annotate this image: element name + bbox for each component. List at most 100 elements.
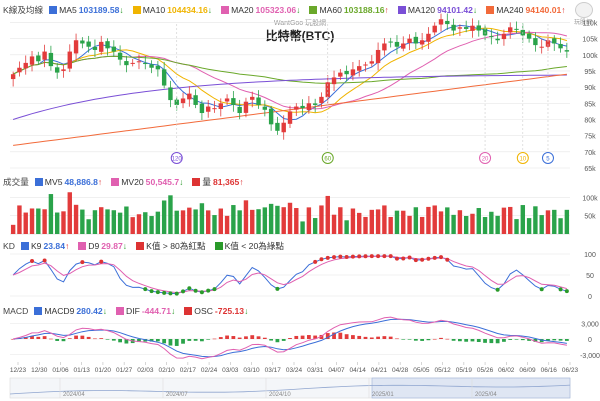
volume-bar[interactable] [92, 210, 98, 234]
candle[interactable] [501, 29, 507, 46]
candle[interactable] [369, 55, 374, 67]
volume-bar[interactable] [155, 211, 161, 234]
volume-bar[interactable] [319, 205, 324, 234]
volume-bar[interactable] [350, 208, 356, 234]
volume-bar[interactable] [463, 215, 469, 234]
volume-bar[interactable] [111, 210, 117, 234]
volume-bar[interactable] [105, 209, 110, 234]
volume-bar[interactable] [187, 207, 192, 234]
candle[interactable] [42, 44, 47, 68]
volume-bar[interactable] [539, 215, 544, 234]
volume-bar[interactable] [61, 211, 66, 234]
volume-bar[interactable] [508, 206, 513, 234]
volume-bar[interactable] [199, 203, 205, 234]
volume-bar[interactable] [545, 210, 551, 234]
candle[interactable] [357, 59, 362, 77]
volume-bar[interactable] [520, 205, 526, 234]
volume-bar[interactable] [451, 214, 456, 234]
ma-marker[interactable]: 120 [170, 24, 183, 164]
volume-bar[interactable] [306, 207, 312, 234]
candle[interactable] [312, 98, 318, 113]
range-navigator[interactable]: 2024/04 2024/07 2024/10 2025/01 2025/04 [9, 377, 571, 399]
candle[interactable] [130, 58, 135, 67]
candle[interactable] [432, 22, 437, 36]
volume-bar[interactable] [388, 216, 393, 234]
candle[interactable] [117, 45, 123, 66]
candle[interactable] [438, 13, 444, 32]
volume-bar[interactable] [268, 203, 274, 234]
ma-marker[interactable]: 60 [321, 24, 334, 164]
candle[interactable] [111, 40, 117, 57]
volume-bar[interactable] [426, 206, 431, 234]
candle[interactable] [73, 33, 79, 61]
volume-bar[interactable] [457, 210, 463, 234]
candle[interactable] [294, 103, 299, 117]
volume-bar[interactable] [287, 202, 293, 234]
volume-bar[interactable] [445, 207, 450, 234]
volume-bar[interactable] [67, 192, 72, 234]
volume-bar[interactable] [206, 210, 211, 234]
volume-bar[interactable] [501, 207, 507, 234]
volume-bar[interactable] [495, 215, 500, 234]
candle[interactable] [206, 100, 211, 118]
volume-bar[interactable] [124, 206, 129, 234]
candle[interactable] [426, 27, 431, 50]
candle[interactable] [419, 32, 425, 50]
volume-bar[interactable] [514, 219, 519, 234]
ma-marker[interactable]: 20 [479, 24, 492, 164]
volume-bar[interactable] [224, 215, 230, 234]
volume-bar[interactable] [489, 211, 494, 234]
ma-marker[interactable]: 10 [516, 24, 529, 164]
candle[interactable] [48, 45, 54, 71]
candle[interactable] [161, 61, 167, 89]
volume-bar[interactable] [281, 207, 286, 234]
volume-bar[interactable] [564, 209, 570, 234]
candle[interactable] [17, 61, 22, 77]
volume-bar[interactable] [73, 204, 79, 234]
volume-bar[interactable] [130, 217, 135, 234]
volume-bar[interactable] [237, 210, 242, 234]
candle[interactable] [564, 42, 570, 58]
volume-bar[interactable] [86, 219, 91, 234]
candle[interactable] [413, 32, 419, 50]
volume-bar[interactable] [161, 200, 167, 234]
candle[interactable] [445, 13, 450, 30]
volume-bar[interactable] [552, 209, 557, 234]
volume-bar[interactable] [338, 207, 343, 234]
volume-bar[interactable] [419, 216, 425, 234]
candle[interactable] [212, 100, 217, 113]
volume-bar[interactable] [174, 210, 179, 234]
stock-chart[interactable]: 120 60 20 10 5 110k 105k 100k 95k 90k 85k 80k 75k 70… [0, 0, 600, 401]
volume-bar[interactable] [231, 205, 236, 234]
volume-bar[interactable] [413, 207, 419, 234]
candle[interactable] [375, 42, 381, 71]
volume-bar[interactable] [331, 214, 337, 234]
volume-bar[interactable] [250, 209, 255, 234]
volume-bar[interactable] [344, 220, 349, 234]
navigator-selection[interactable] [371, 377, 571, 399]
volume-bar[interactable] [36, 208, 41, 234]
volume-bar[interactable] [99, 207, 104, 234]
volume-bar[interactable] [375, 209, 381, 234]
candle[interactable] [29, 51, 35, 72]
volume-bar[interactable] [369, 209, 374, 234]
candle[interactable] [394, 35, 400, 54]
volume-bar[interactable] [470, 213, 475, 234]
volume-bar[interactable] [533, 206, 538, 234]
volume-bar[interactable] [382, 205, 387, 234]
candle[interactable] [23, 55, 28, 75]
volume-bar[interactable] [149, 216, 154, 234]
volume-bar[interactable] [136, 214, 142, 234]
candle[interactable] [193, 89, 198, 109]
volume-bar[interactable] [432, 205, 437, 234]
volume-bar[interactable] [29, 208, 35, 234]
volume-bar[interactable] [42, 209, 47, 234]
volume-bar[interactable] [482, 217, 488, 234]
candle[interactable] [256, 90, 261, 109]
volume-bar[interactable] [294, 208, 299, 234]
candle[interactable] [180, 92, 186, 109]
candle[interactable] [243, 97, 249, 118]
volume-bar[interactable] [48, 194, 54, 234]
volume-bar[interactable] [17, 205, 22, 234]
candle[interactable] [382, 38, 387, 56]
